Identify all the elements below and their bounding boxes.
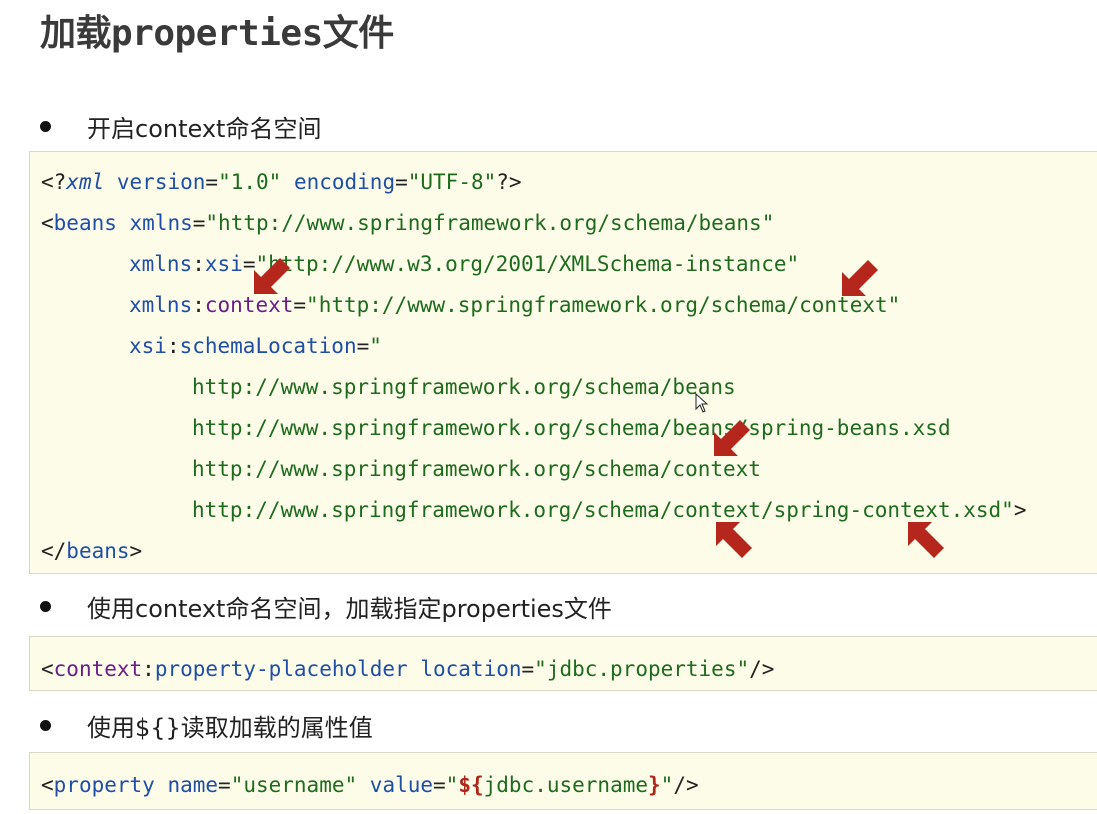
bullet-dot-icon: [40, 600, 51, 612]
bullet-text: 使用context命名空间，加载指定properties文件: [87, 594, 612, 623]
arrow-up-left-icon: [908, 522, 944, 558]
code-line-10: </beans>: [41, 539, 143, 563]
mouse-cursor-icon: [695, 393, 709, 413]
bullet-item: 开启context命名空间: [40, 106, 321, 146]
arrow-down-left-icon: [254, 258, 290, 294]
bullet-text: 开启context命名空间: [87, 114, 322, 143]
code-line-7: http://www.springframework.org/schema/be…: [192, 416, 951, 440]
arrow-down-left-icon: [714, 420, 750, 456]
code-line-3: xmlns:xsi="http://www.w3.org/2001/XMLSch…: [129, 252, 800, 276]
code-line-placeholder: <context:property-placeholder location="…: [41, 657, 775, 681]
code-block-namespace: <?xml version="1.0" encoding="UTF-8"?> <…: [29, 151, 1097, 574]
code-line-8: http://www.springframework.org/schema/co…: [192, 457, 761, 481]
bullet-item: 使用context命名空间，加载指定properties文件: [40, 586, 612, 626]
arrow-down-left-icon: [842, 260, 878, 296]
code-line-4: xmlns:context="http://www.springframewor…: [129, 293, 901, 317]
bullet-dot-icon: [40, 719, 51, 731]
bullet-text: 使用${}读取加载的属性值: [87, 713, 373, 742]
code-block-placeholder: <context:property-placeholder location="…: [29, 636, 1097, 691]
bullet-dot-icon: [40, 120, 51, 132]
arrow-up-left-icon: [716, 522, 752, 558]
code-line-6: http://www.springframework.org/schema/be…: [192, 375, 736, 399]
code-line-5: xsi:schemaLocation=": [129, 334, 382, 358]
code-line-property: <property name="username" value="${jdbc.…: [41, 773, 699, 797]
page-title: 加载properties文件: [40, 13, 394, 54]
code-line-1: <?xml version="1.0" encoding="UTF-8"?>: [41, 170, 522, 194]
bullet-item: 使用${}读取加载的属性值: [40, 705, 373, 745]
code-block-property: <property name="username" value="${jdbc.…: [29, 752, 1097, 810]
code-line-2: <beans xmlns="http://www.springframework…: [41, 211, 775, 235]
